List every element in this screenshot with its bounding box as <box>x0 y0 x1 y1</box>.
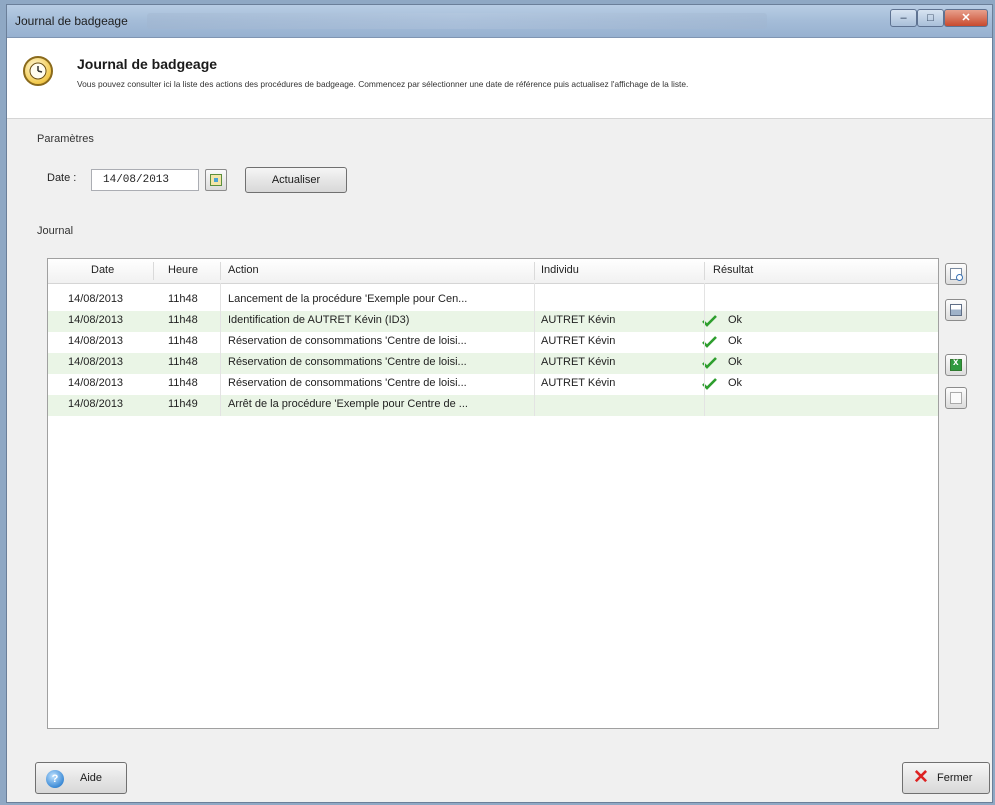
blank-page-button[interactable] <box>945 387 967 409</box>
cell-action: Réservation de consommations 'Centre de … <box>228 356 467 368</box>
journal-label: Journal <box>37 225 74 237</box>
help-label: Aide <box>80 772 103 784</box>
cell-date: 14/08/2013 <box>68 314 124 326</box>
header-title: Journal de badgeage <box>77 56 218 72</box>
cell-time: 11h49 <box>168 398 198 410</box>
maximize-button[interactable]: □ <box>917 9 944 27</box>
print-button[interactable] <box>945 299 967 321</box>
table-row[interactable]: 14/08/2013 11h48 Réservation de consomma… <box>48 353 938 374</box>
close-button[interactable]: ✕ Fermer <box>902 762 990 794</box>
column-divider <box>704 283 705 416</box>
cell-result: Ok <box>728 314 743 326</box>
header-description: Vous pouvez consulter ici la liste des a… <box>77 79 689 89</box>
table-row[interactable]: 14/08/2013 11h48 Réservation de consomma… <box>48 374 938 395</box>
close-window-button[interactable]: ✕ <box>944 9 988 27</box>
table-row[interactable]: 14/08/2013 11h48 Lancement de la procédu… <box>48 290 938 311</box>
date-field[interactable]: 14/08/2013 <box>91 169 199 191</box>
cell-date: 14/08/2013 <box>68 293 124 305</box>
cell-time: 11h48 <box>168 293 198 305</box>
cell-action: Réservation de consommations 'Centre de … <box>228 377 467 389</box>
title-bar-decoration <box>147 13 767 29</box>
cell-person: AUTRET Kévin <box>541 314 616 326</box>
column-divider <box>220 283 221 416</box>
refresh-button[interactable]: Actualiser <box>245 167 347 193</box>
column-separator[interactable] <box>153 262 154 280</box>
column-separator[interactable] <box>534 262 535 280</box>
cell-result: Ok <box>728 335 743 347</box>
cell-action: Réservation de consommations 'Centre de … <box>228 335 467 347</box>
calendar-button[interactable] <box>205 169 227 191</box>
help-icon: ? <box>46 770 64 788</box>
cell-date: 14/08/2013 <box>68 356 124 368</box>
cell-person: AUTRET Kévin <box>541 356 616 368</box>
main-window: Journal de badgeage – □ ✕ Journal de bad… <box>6 4 993 803</box>
table-header: Date Heure Action Individu Résultat <box>48 259 938 284</box>
column-separator[interactable] <box>220 262 221 280</box>
cell-date: 14/08/2013 <box>68 377 124 389</box>
cell-action: Lancement de la procédure 'Exemple pour … <box>228 293 468 305</box>
cell-action: Arrêt de la procédure 'Exemple pour Cent… <box>228 398 468 410</box>
cell-date: 14/08/2013 <box>68 398 124 410</box>
column-header-person[interactable]: Individu <box>541 264 579 276</box>
column-header-time[interactable]: Heure <box>168 264 198 276</box>
column-header-action[interactable]: Action <box>228 264 259 276</box>
export-excel-button[interactable] <box>945 354 967 376</box>
column-header-date[interactable]: Date <box>91 264 114 276</box>
calendar-icon <box>210 174 222 186</box>
cell-time: 11h48 <box>168 377 198 389</box>
cell-action: Identification de AUTRET Kévin (ID3) <box>228 314 410 326</box>
table-row[interactable]: 14/08/2013 11h48 Réservation de consomma… <box>48 332 938 353</box>
table-row[interactable]: 14/08/2013 11h49 Arrêt de la procédure '… <box>48 395 938 416</box>
cell-result: Ok <box>728 377 743 389</box>
journal-table[interactable]: Date Heure Action Individu Résultat 14/0… <box>47 258 939 729</box>
cell-time: 11h48 <box>168 356 198 368</box>
window-title: Journal de badgeage <box>15 14 128 28</box>
preview-icon <box>950 268 963 281</box>
cell-date: 14/08/2013 <box>68 335 124 347</box>
minimize-button[interactable]: – <box>890 9 917 27</box>
print-icon <box>950 304 962 316</box>
column-separator[interactable] <box>704 262 705 280</box>
cell-time: 11h48 <box>168 335 198 347</box>
header-panel: Journal de badgeage Vous pouvez consulte… <box>7 38 992 119</box>
close-x-icon: ✕ <box>913 767 929 788</box>
parameters-label: Paramètres <box>37 133 94 145</box>
cell-result: Ok <box>728 356 743 368</box>
clock-icon <box>23 56 53 86</box>
close-label: Fermer <box>937 772 973 784</box>
preview-button[interactable] <box>945 263 967 285</box>
cell-person: AUTRET Kévin <box>541 377 616 389</box>
cell-person: AUTRET Kévin <box>541 335 616 347</box>
cell-time: 11h48 <box>168 314 198 326</box>
help-button[interactable]: ? Aide <box>35 762 127 794</box>
title-bar[interactable]: Journal de badgeage – □ ✕ <box>7 5 992 38</box>
column-divider <box>534 283 535 416</box>
date-label: Date : <box>47 172 77 184</box>
excel-export-icon <box>950 357 962 371</box>
table-row[interactable]: 14/08/2013 11h48 Identification de AUTRE… <box>48 311 938 332</box>
column-header-result[interactable]: Résultat <box>713 264 753 276</box>
blank-page-icon <box>950 392 962 404</box>
